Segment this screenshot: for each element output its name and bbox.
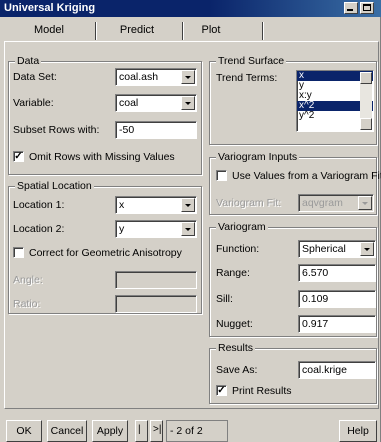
tab-divider — [262, 22, 263, 40]
apply-button-label: Apply — [96, 425, 124, 437]
first-page-icon: | — [138, 424, 141, 435]
trend-terms-listbox[interactable]: x y x:y x^2 y^2 — [296, 70, 374, 132]
nugget-input[interactable]: 0.917 — [298, 315, 376, 333]
title-bar[interactable]: Universal Kriging — [0, 0, 381, 17]
next-page-icon: >| — [153, 424, 162, 435]
chevron-down-icon[interactable] — [360, 242, 374, 256]
variable-value: coal — [119, 97, 139, 109]
variable-label: Variable: — [13, 97, 54, 109]
help-button[interactable]: Help — [339, 420, 377, 442]
location2-combo[interactable]: y — [115, 220, 197, 238]
range-value: 6.570 — [302, 267, 329, 279]
data-set-label: Data Set: — [13, 71, 57, 83]
function-value: Spherical — [302, 243, 346, 255]
use-values-label: Use Values from a Variogram Fit — [232, 170, 381, 182]
variable-combo[interactable]: coal — [115, 94, 197, 112]
tab-divider — [95, 22, 96, 40]
trend-surface-legend: Trend Surface — [216, 55, 287, 67]
location1-label: Location 1: — [13, 199, 65, 211]
sill-input[interactable]: 0.109 — [298, 290, 376, 308]
tab-predict[interactable]: Predict — [98, 21, 176, 41]
chevron-down-icon[interactable] — [181, 222, 195, 236]
sill-label: Sill: — [216, 293, 233, 305]
location2-value: y — [119, 223, 125, 235]
tab-model-label: Model — [34, 24, 64, 36]
page-indicator-text: 2 of 2 — [176, 425, 203, 437]
omit-rows-label: Omit Rows with Missing Values — [29, 151, 175, 163]
apply-button[interactable]: Apply — [92, 420, 128, 442]
ratio-input[interactable] — [115, 295, 197, 313]
chevron-down-icon[interactable] — [181, 70, 195, 84]
angle-input[interactable] — [115, 271, 197, 289]
print-results-checkbox[interactable]: ✓ — [216, 385, 227, 396]
range-input[interactable]: 6.570 — [298, 264, 376, 282]
omit-rows-checkbox[interactable]: ✓ — [13, 151, 24, 162]
sill-value: 0.109 — [302, 293, 329, 305]
data-set-value: coal.ash — [119, 71, 159, 83]
use-values-checkbox[interactable] — [216, 170, 227, 181]
variogram-inputs-legend: Variogram Inputs — [216, 151, 300, 163]
window-title: Universal Kriging — [4, 2, 96, 14]
subset-input[interactable]: -50 — [115, 121, 197, 139]
print-results-label: Print Results — [232, 385, 292, 397]
location1-value: x — [119, 199, 125, 211]
function-label: Function: — [216, 243, 260, 255]
dialog-window: Universal Kriging Model Predict Plot Dat… — [0, 0, 381, 442]
tab-predict-label: Predict — [119, 24, 155, 36]
chevron-down-icon[interactable] — [358, 196, 372, 210]
page-next-button[interactable]: >| — [150, 420, 163, 442]
ok-button-label: OK — [16, 425, 32, 437]
results-legend: Results — [216, 342, 256, 354]
nugget-label: Nugget: — [216, 318, 253, 330]
page-first-button[interactable]: | — [135, 420, 148, 442]
correct-anisotropy-label: Correct for Geometric Anisotropy — [29, 247, 182, 259]
save-as-label: Save As: — [216, 364, 258, 376]
variogram-fit-combo[interactable]: aqvgram — [298, 194, 374, 212]
data-set-combo[interactable]: coal.ash — [115, 68, 197, 86]
minimize-icon — [347, 9, 353, 11]
chevron-down-icon[interactable] — [181, 96, 195, 110]
angle-label: Angle: — [13, 274, 43, 286]
subset-value: -50 — [119, 124, 135, 136]
tab-model[interactable]: Model — [10, 21, 88, 41]
location1-combo[interactable]: x — [115, 196, 197, 214]
tab-divider — [182, 22, 183, 40]
ok-button[interactable]: OK — [6, 420, 42, 442]
help-button-label: Help — [347, 425, 369, 437]
nugget-value: 0.917 — [302, 318, 329, 330]
variogram-legend: Variogram — [216, 221, 268, 233]
page-indicator: - 2 of 2 — [166, 420, 228, 442]
variogram-fit-label: Variogram Fit: — [216, 197, 282, 209]
trend-terms-scrollbar[interactable] — [360, 72, 372, 130]
minimize-button[interactable] — [344, 2, 358, 14]
ratio-label: Ratio: — [13, 298, 41, 310]
location2-label: Location 2: — [13, 223, 65, 235]
variogram-fit-value: aqvgram — [302, 197, 343, 209]
maximize-icon — [363, 4, 371, 11]
chevron-down-icon[interactable] — [181, 198, 195, 212]
data-group-legend: Data — [15, 55, 42, 67]
save-as-input[interactable]: coal.krige — [298, 361, 376, 379]
cancel-button-label: Cancel — [50, 425, 84, 437]
correct-anisotropy-checkbox[interactable] — [13, 247, 24, 258]
tab-plot-label: Plot — [201, 24, 221, 36]
spatial-location-legend: Spatial Location — [15, 180, 94, 192]
save-as-value: coal.krige — [302, 364, 347, 376]
scroll-up-icon[interactable] — [360, 72, 372, 84]
range-label: Range: — [216, 267, 250, 279]
cancel-button[interactable]: Cancel — [47, 420, 87, 442]
maximize-button[interactable] — [360, 2, 374, 14]
function-combo[interactable]: Spherical — [298, 240, 376, 258]
tab-plot[interactable]: Plot — [186, 21, 236, 41]
scroll-down-icon[interactable] — [360, 118, 372, 130]
subset-label: Subset Rows with: — [13, 124, 100, 136]
trend-terms-label: Trend Terms: — [216, 72, 278, 84]
